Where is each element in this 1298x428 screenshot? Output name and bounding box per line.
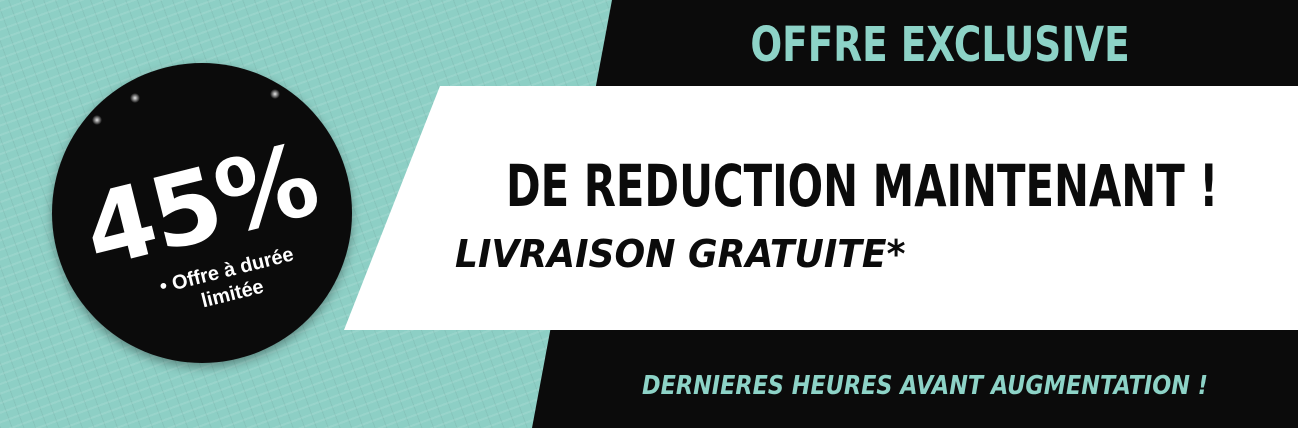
footer-urgency-text: DERNIERES HEURES AVANT AUGMENTATION ! — [642, 371, 1208, 401]
main-headline: DE REDUCTION MAINTENANT ! — [506, 152, 1219, 220]
discount-badge: 45% • Offre à durée limitée — [52, 63, 352, 363]
offer-title: OFFRE EXCLUSIVE — [750, 17, 1130, 73]
free-delivery-text: LIVRAISON GRATUITE* — [455, 232, 906, 276]
badge-content: 45% • Offre à durée limitée — [20, 31, 384, 395]
promo-banner[interactable]: OFFRE EXCLUSIVE DE REDUCTION MAINTENANT … — [0, 0, 1298, 428]
